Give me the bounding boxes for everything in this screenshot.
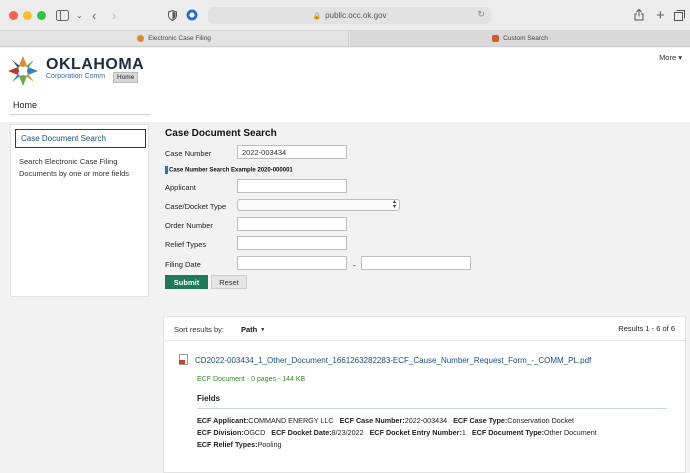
extension-icon[interactable]: [186, 7, 198, 23]
site-header: OKLAHOMA Corporation Comm Home More ▾: [0, 48, 690, 92]
field-key: ECF Case Number:: [339, 416, 405, 425]
results-count: Results 1 - 6 of 6: [618, 324, 675, 333]
filing-date-from-input[interactable]: [237, 256, 347, 270]
share-icon[interactable]: [634, 7, 644, 23]
applicant-label: Applicant: [165, 183, 196, 192]
tab-custom-search[interactable]: Custom Search: [350, 31, 690, 46]
field-value: Conservation Docket: [507, 416, 574, 425]
search-form: Case Document Search Case Number 2022-00…: [160, 124, 690, 314]
search-favicon-icon: [492, 35, 500, 42]
submit-button[interactable]: Submit: [165, 275, 208, 289]
select-arrows-icon: ▴ ▾: [392, 199, 396, 210]
field-value: 8/23/2022: [331, 428, 364, 437]
tab-label: Electronic Case Filing: [148, 35, 211, 42]
tab-electronic-case-filing[interactable]: Electronic Case Filing: [0, 31, 349, 46]
breadcrumb: Home: [0, 92, 690, 122]
back-button[interactable]: ‹: [92, 7, 96, 23]
new-tab-button[interactable]: +: [656, 7, 665, 24]
order-number-input[interactable]: [237, 217, 347, 231]
field-row: ECF Relief Types:Pooling: [197, 440, 282, 449]
date-separator: -: [353, 261, 356, 270]
applicant-input[interactable]: [237, 179, 347, 193]
tab-overview-icon[interactable]: [674, 7, 685, 23]
sort-value: Path: [241, 325, 258, 334]
caret-down-icon: ▼: [260, 327, 266, 334]
case-number-label: Case Number: [165, 149, 212, 158]
case-type-select[interactable]: ▴ ▾: [237, 199, 400, 211]
sidebar-toggle-icon[interactable]: [56, 7, 69, 23]
close-window-button[interactable]: [9, 11, 18, 20]
browser-toolbar: ⌄ ‹ › 🔒 public.occ.ok.gov ↻ +: [0, 0, 690, 31]
field-row: ECF Division:OGCD ECF Docket Date:8/23/2…: [197, 428, 597, 437]
address-url: public.occ.ok.gov: [325, 11, 387, 20]
field-key: ECF Document Type:: [471, 428, 545, 437]
field-value: OGCD: [243, 428, 266, 437]
home-tooltip: Home: [113, 72, 139, 83]
field-key: ECF Applicant:: [197, 416, 249, 425]
zoom-window-button[interactable]: [37, 11, 46, 20]
field-key: ECF Docket Date:: [271, 428, 332, 437]
case-number-input[interactable]: 2022-003434: [237, 145, 347, 159]
relief-types-label: Relief Types: [165, 240, 207, 249]
tab-label: Custom Search: [503, 35, 548, 42]
field-key: ECF Relief Types:: [197, 440, 258, 449]
result-meta: ECF Document - 0 pages - 144 KB: [197, 376, 306, 383]
reset-button[interactable]: Reset: [211, 275, 247, 289]
occ-logo-icon[interactable]: [5, 53, 41, 89]
sidebar-description: Search Electronic Case Filing Documents …: [19, 157, 130, 178]
order-number-label: Order Number: [165, 221, 213, 230]
tab-strip: Electronic Case Filing Custom Search: [0, 31, 690, 47]
filing-date-to-input[interactable]: [361, 256, 471, 270]
field-value: 2022-003434: [404, 416, 448, 425]
field-key: ECF Division:: [197, 428, 244, 437]
more-menu[interactable]: More ▾: [659, 53, 682, 62]
forward-button[interactable]: ›: [112, 7, 116, 23]
sort-dropdown[interactable]: Path ▼: [241, 325, 265, 334]
results-panel: Sort results by: Path ▼ Results 1 - 6 of …: [163, 316, 686, 473]
sidebar-item-case-document-search[interactable]: Case Document Search: [15, 129, 146, 148]
example-text: Case Number Search Example 2020-000001: [169, 167, 293, 174]
breadcrumb-home[interactable]: Home: [13, 100, 37, 110]
divider: [10, 114, 150, 115]
case-number-example: Case Number Search Example 2020-000001: [165, 166, 293, 174]
brand-subtitle: Corporation Comm: [46, 73, 106, 80]
page-title: Case Document Search: [165, 128, 277, 139]
field-value: COMMAND ENERGY LLC: [248, 416, 334, 425]
field-value: Other Document: [544, 428, 597, 437]
filing-date-label: Filing Date: [165, 260, 201, 269]
lock-icon: 🔒: [312, 12, 322, 20]
field-row: ECF Applicant:COMMAND ENERGY LLC ECF Cas…: [197, 416, 574, 425]
sidebar: Case Document Search Search Electronic C…: [10, 124, 149, 297]
minimize-window-button[interactable]: [23, 11, 32, 20]
privacy-shield-icon[interactable]: [168, 7, 177, 23]
field-key: ECF Case Type:: [453, 416, 508, 425]
field-value: 1: [461, 428, 466, 437]
field-value: Pooling: [257, 440, 282, 449]
pdf-file-icon: [179, 354, 188, 365]
sort-label: Sort results by:: [174, 325, 225, 334]
fields-heading: Fields: [197, 394, 221, 403]
site-favicon-icon: [137, 35, 145, 42]
text-cursor: [165, 166, 168, 174]
result-title-link[interactable]: CD2022-003434_1_Other_Document_166126328…: [195, 356, 591, 365]
reload-icon[interactable]: ↻: [477, 9, 485, 20]
relief-types-input[interactable]: [237, 236, 347, 250]
divider: [197, 408, 667, 409]
chevron-down-icon[interactable]: ⌄: [76, 7, 83, 23]
address-bar[interactable]: 🔒 public.occ.ok.gov ↻: [208, 7, 491, 24]
field-key: ECF Docket Entry Number:: [369, 428, 462, 437]
sort-bar: Sort results by: Path ▼ Results 1 - 6 of …: [164, 317, 685, 341]
case-type-label: Case/Docket Type: [165, 202, 227, 211]
